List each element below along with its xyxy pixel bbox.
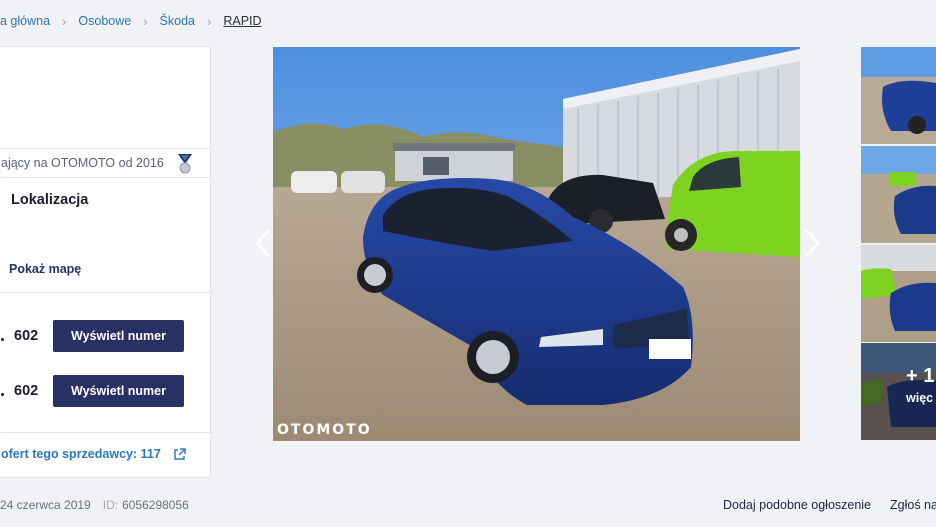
more-photos-label: więc xyxy=(906,391,934,405)
show-map-link[interactable]: Pokaż mapę xyxy=(9,262,81,276)
breadcrumb: a główna › Osobowe › Škoda › RAPID xyxy=(0,12,262,30)
more-photos-count: + 1 xyxy=(906,365,935,387)
thumbnail[interactable] xyxy=(861,245,936,342)
main-photo[interactable]: OTOMOTO xyxy=(273,47,800,441)
thumbnail-strip: + 1 więc xyxy=(861,47,936,441)
phone-icon xyxy=(1,338,4,341)
otomoto-watermark: OTOMOTO xyxy=(277,422,372,438)
chevron-right-icon: › xyxy=(143,13,148,29)
thumbnail-image xyxy=(861,146,936,243)
report-link[interactable]: Zgłoś na xyxy=(890,498,936,512)
breadcrumb-model[interactable]: RAPID xyxy=(223,14,261,28)
breadcrumb-home[interactable]: a główna xyxy=(0,14,50,28)
listing-id-label: ID: xyxy=(102,498,119,512)
show-number-button[interactable]: Wyświetl numer xyxy=(53,375,184,407)
listing-date: 24 czerwca 2019 xyxy=(0,498,91,512)
divider xyxy=(1,432,212,433)
chevron-right-icon: › xyxy=(207,13,212,29)
seller-since-row: ający na OTOMOTO od 2016 xyxy=(1,148,211,178)
external-link-icon xyxy=(174,447,186,460)
location-title: Lokalizacja xyxy=(11,192,89,208)
thumbnail[interactable] xyxy=(861,146,936,243)
more-photos-overlay[interactable]: + 1 więc xyxy=(861,343,936,440)
seller-since-text: ający na OTOMOTO od 2016 xyxy=(1,156,164,170)
phone-number: 602 xyxy=(14,328,39,344)
thumbnail-image xyxy=(861,245,936,342)
divider xyxy=(1,292,212,293)
thumbnail[interactable]: + 1 więc xyxy=(861,343,936,440)
thumbnail-image xyxy=(861,47,936,144)
chevron-right-icon: › xyxy=(62,13,67,29)
phone-number: 602 xyxy=(14,383,39,399)
phone-row: 602 Wyświetl numer xyxy=(1,320,212,354)
phone-icon xyxy=(1,393,4,396)
chevron-left-icon[interactable] xyxy=(252,228,274,258)
listing-id-value: 6056298056 xyxy=(122,498,189,512)
add-similar-link[interactable]: Dodaj podobne ogłoszenie xyxy=(723,498,871,512)
seller-panel: ający na OTOMOTO od 2016 Lokalizacja Pok… xyxy=(0,46,212,478)
breadcrumb-make[interactable]: Škoda xyxy=(160,14,195,28)
phone-row: 602 Wyświetl numer xyxy=(1,375,212,409)
all-seller-offers-link[interactable]: ofert tego sprzedawcy: 117 xyxy=(1,447,186,461)
show-number-button[interactable]: Wyświetl numer xyxy=(53,320,184,352)
all-seller-offers-label: ofert tego sprzedawcy: 117 xyxy=(1,447,161,461)
breadcrumb-category[interactable]: Osobowe xyxy=(78,14,131,28)
car-photo xyxy=(273,47,800,441)
listing-meta: 24 czerwca 2019 ID: 6056298056 xyxy=(0,498,189,512)
chevron-right-icon[interactable] xyxy=(801,228,823,258)
thumbnail[interactable] xyxy=(861,47,936,144)
medal-icon xyxy=(178,154,192,174)
